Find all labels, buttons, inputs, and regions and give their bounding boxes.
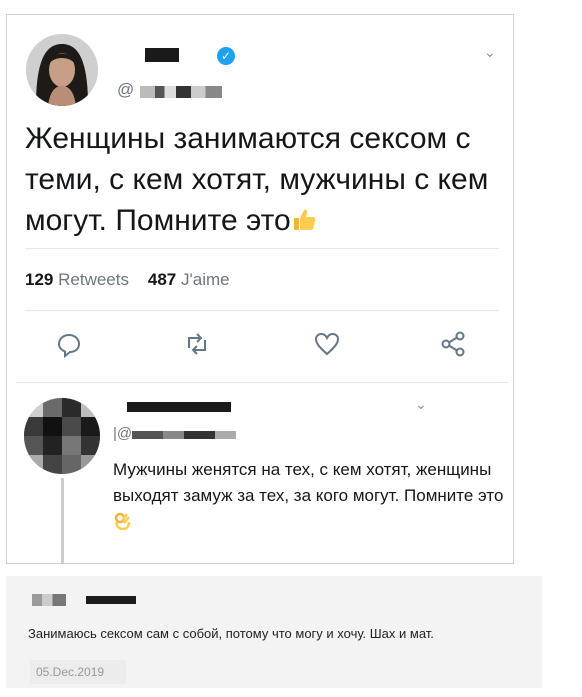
reply-handle: |@ — [113, 425, 133, 442]
comment-date: 05.Dec.2019 — [30, 660, 126, 684]
commenter-avatar-redacted — [32, 594, 66, 606]
author-name-redacted — [145, 48, 179, 62]
commenter-name-redacted — [86, 596, 136, 604]
tweet-actions — [55, 330, 475, 360]
reply-text-content: Мужчины женятся на тех, с кем хотят, жен… — [113, 460, 504, 505]
tweet-stats: 129 Retweets 487 J'aime — [25, 270, 230, 290]
author-handle: @ — [117, 80, 135, 99]
like-icon[interactable] — [313, 330, 341, 358]
ok-hand-icon — [114, 512, 131, 531]
divider — [16, 382, 508, 383]
share-icon[interactable] — [439, 330, 467, 358]
retweets-count[interactable]: 129 — [25, 270, 53, 289]
reply-name-redacted — [127, 402, 231, 412]
comment-text: Занимаюсь сексом сам с собой, потому что… — [28, 626, 434, 641]
chevron-down-icon[interactable]: ⌄ — [415, 396, 427, 413]
retweet-icon[interactable] — [183, 330, 211, 358]
tweet-text: Женщины занимаются сексом с теми, с кем … — [25, 118, 505, 241]
tweet-text-content: Женщины занимаются сексом с теми, с кем … — [25, 122, 489, 237]
retweets-label[interactable]: Retweets — [58, 270, 129, 289]
divider — [25, 310, 499, 311]
thumbs-up-icon — [293, 209, 316, 230]
handle-redacted — [140, 86, 222, 98]
divider — [25, 248, 499, 249]
thread-line — [61, 478, 64, 564]
reply-text: Мужчины женятся на тех, с кем хотят, жен… — [113, 457, 513, 535]
chevron-down-icon[interactable]: ⌄ — [484, 44, 496, 61]
reply-handle-redacted — [132, 431, 236, 439]
likes-count[interactable]: 487 — [148, 270, 176, 289]
reply-icon[interactable] — [55, 330, 83, 358]
likes-label[interactable]: J'aime — [181, 270, 230, 289]
verified-badge-icon: ✓ — [217, 47, 235, 65]
author-avatar[interactable] — [26, 34, 98, 106]
reply-avatar[interactable] — [24, 398, 100, 474]
